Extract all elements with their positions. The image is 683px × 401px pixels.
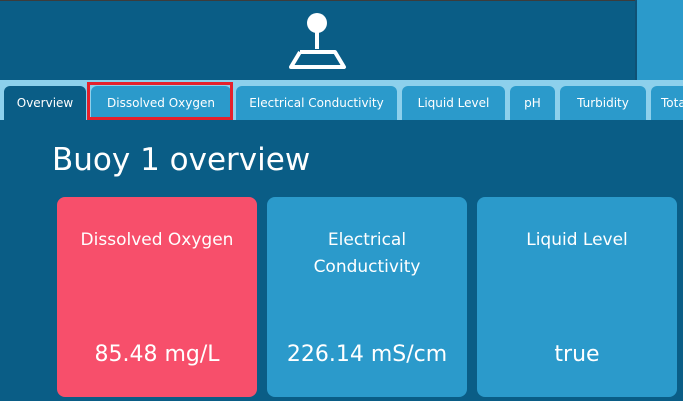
tab-ph[interactable]: pH [510, 86, 555, 120]
card-label: Liquid Level [526, 230, 628, 250]
tab-overview[interactable]: Overview [4, 86, 86, 120]
top-rule [0, 0, 683, 1]
header-side-panel [637, 0, 683, 80]
tab-turbidity[interactable]: Turbidity [560, 86, 646, 120]
page-title: Buoy 1 overview [52, 142, 311, 178]
tab-electrical-conductivity[interactable]: Electrical Conductivity [236, 86, 397, 120]
card-electrical-conductivity[interactable]: Electrical Conductivity 226.14 mS/cm [267, 197, 467, 397]
card-liquid-level[interactable]: Liquid Level true [477, 197, 677, 397]
joystick-icon[interactable] [288, 12, 348, 70]
tab-total[interactable]: Tota [651, 86, 683, 120]
card-value: true [554, 342, 600, 367]
card-label: Electrical Conductivity [313, 230, 421, 277]
card-value: 226.14 mS/cm [286, 342, 448, 367]
card-label: Dissolved Oxygen [80, 230, 234, 250]
tab-highlight-box [87, 82, 233, 120]
card-dissolved-oxygen[interactable]: Dissolved Oxygen 85.48 mg/L [57, 197, 257, 397]
tab-liquid-level[interactable]: Liquid Level [402, 86, 505, 120]
card-value: 85.48 mg/L [94, 342, 220, 367]
